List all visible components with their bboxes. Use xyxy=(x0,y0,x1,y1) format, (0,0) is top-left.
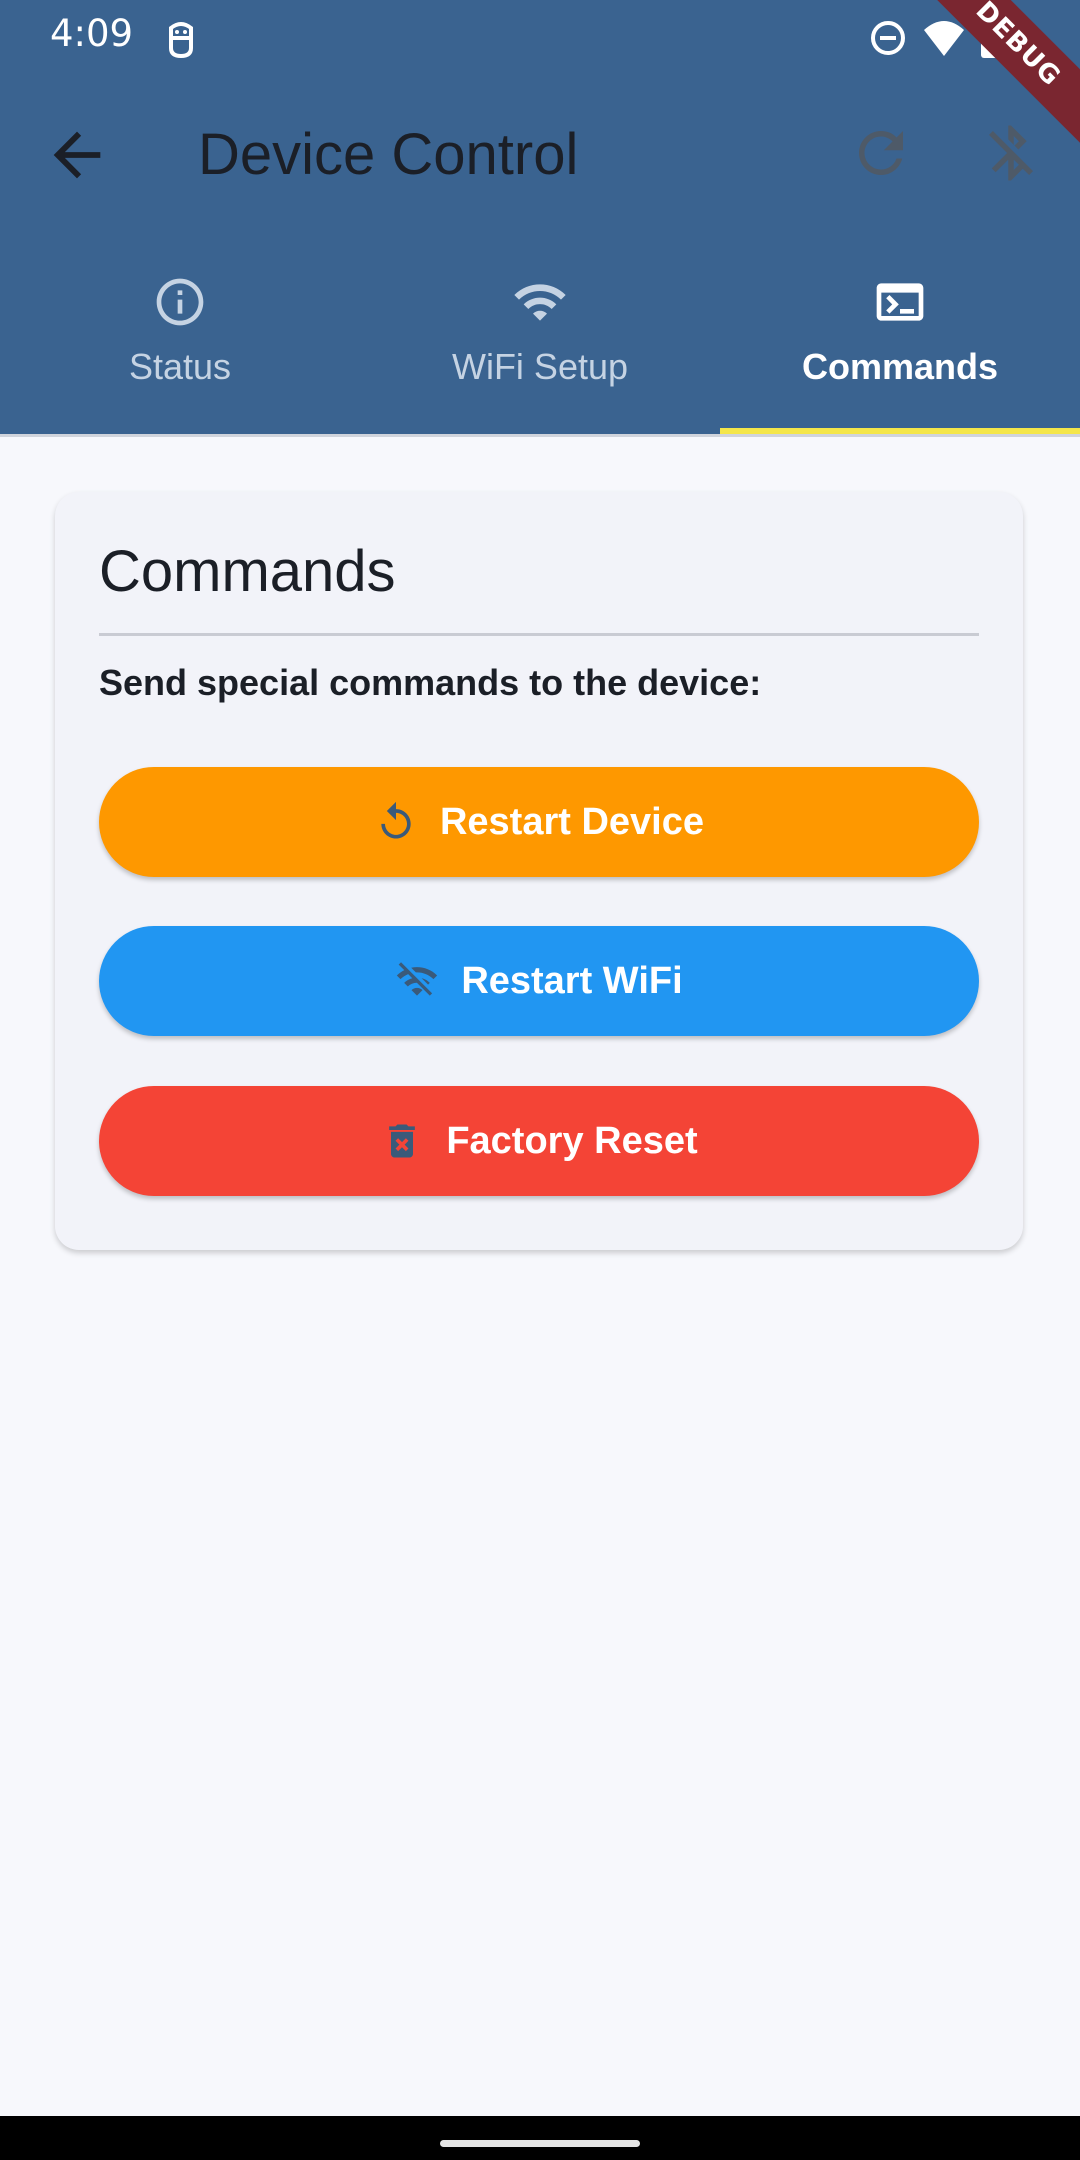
do-not-disturb-icon xyxy=(871,21,905,55)
app-bar: Device Control xyxy=(0,80,1080,225)
commands-card: Commands Send special commands to the de… xyxy=(55,492,1023,1250)
page-title: Device Control xyxy=(198,122,579,187)
wifi-off-icon xyxy=(397,962,438,996)
card-divider xyxy=(99,633,979,636)
app-header: 4:09 DEBUG Device Control Status WiFi Se… xyxy=(0,0,1080,436)
info-icon xyxy=(156,278,204,326)
card-description: Send special commands to the device: xyxy=(99,662,762,703)
refresh-icon[interactable] xyxy=(848,120,914,186)
header-divider xyxy=(0,434,1080,437)
restart-wifi-button[interactable]: Restart WiFi xyxy=(99,926,979,1036)
card-title: Commands xyxy=(99,539,396,604)
terminal-icon xyxy=(876,283,924,321)
wifi-signal-icon xyxy=(924,21,964,56)
home-gesture-handle[interactable] xyxy=(440,2140,640,2147)
tab-label: Commands xyxy=(801,346,999,387)
button-label: Factory Reset xyxy=(446,1119,698,1162)
android-debug-icon xyxy=(169,22,193,58)
tab-status[interactable]: Status xyxy=(0,260,360,435)
bluetooth-disabled-icon[interactable] xyxy=(978,120,1044,186)
status-bar: 4:09 DEBUG xyxy=(0,0,1080,155)
status-time: 4:09 xyxy=(50,12,134,55)
wifi-icon xyxy=(514,284,566,321)
restart-device-button[interactable]: Restart Device xyxy=(99,767,979,877)
delete-forever-icon xyxy=(389,1124,416,1158)
tab-label: Status xyxy=(128,346,232,387)
device-control-screen: 4:09 DEBUG Device Control Status WiFi Se… xyxy=(0,0,1080,2160)
button-label: Restart WiFi xyxy=(461,959,683,1002)
factory-reset-button[interactable]: Factory Reset xyxy=(99,1086,979,1196)
tab-bar: Status WiFi Setup Commands xyxy=(0,260,1080,435)
tab-wifi-setup[interactable]: WiFi Setup xyxy=(360,260,720,435)
restart-icon xyxy=(381,801,411,839)
tab-label: WiFi Setup xyxy=(451,346,629,387)
tab-commands[interactable]: Commands xyxy=(720,260,1080,435)
back-arrow-icon[interactable] xyxy=(42,120,112,190)
system-nav-bar xyxy=(0,2116,1080,2160)
button-label: Restart Device xyxy=(439,800,705,843)
